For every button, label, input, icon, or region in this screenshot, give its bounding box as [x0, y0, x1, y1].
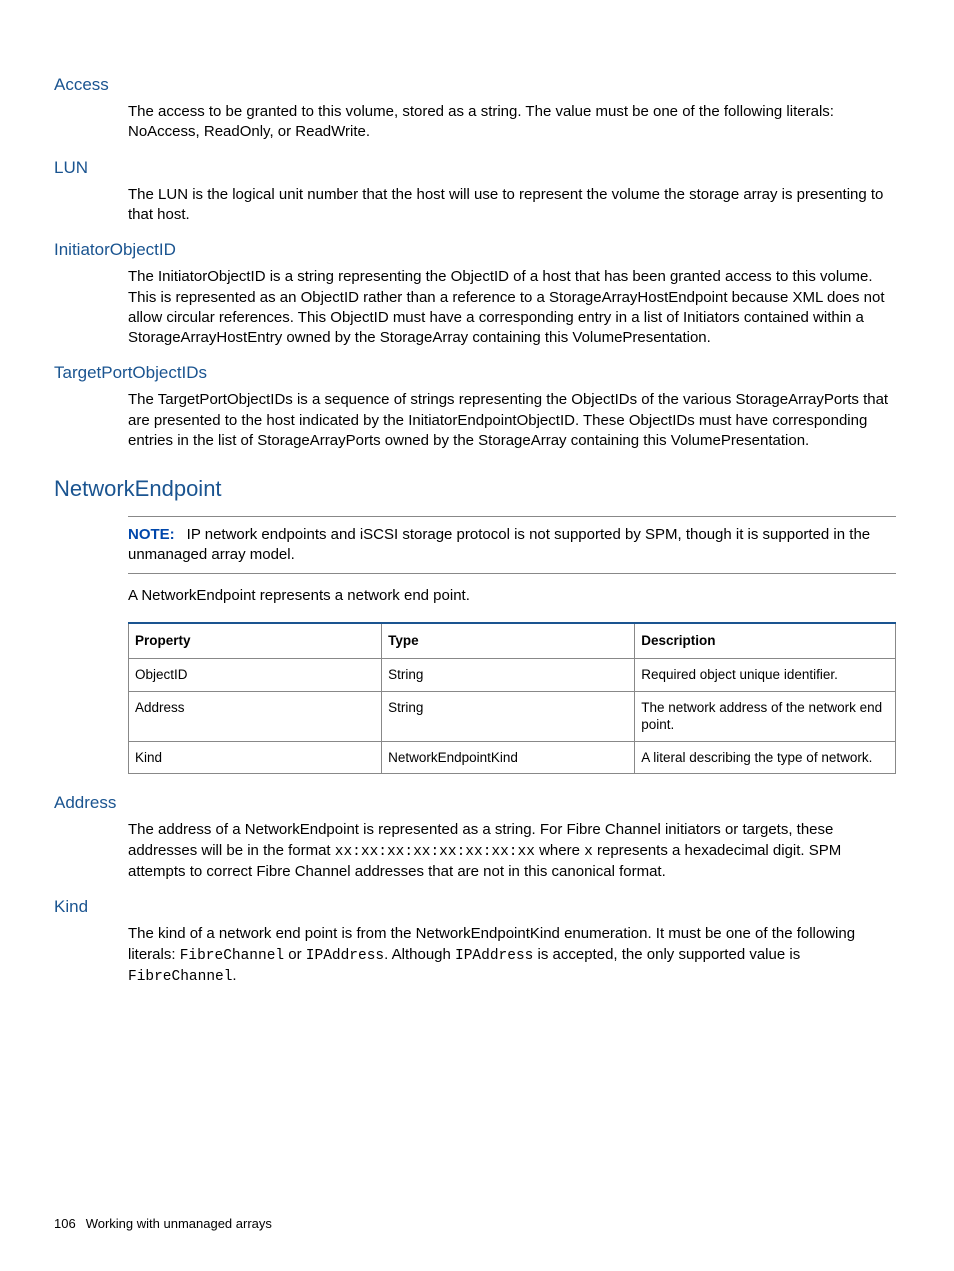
text: is accepted, the only supported value is: [533, 946, 800, 963]
code-fibrechannel: FibreChannel: [180, 948, 284, 964]
cell-description: Required object unique identifier.: [635, 659, 896, 692]
table-row: ObjectID String Required object unique i…: [129, 659, 896, 692]
heading-initiator: InitiatorObjectID: [54, 239, 896, 261]
body-access: The access to be granted to this volume,…: [128, 102, 896, 143]
col-property: Property: [129, 623, 382, 658]
code-x: x: [584, 844, 593, 860]
cell-description: A literal describing the type of network…: [635, 741, 896, 774]
heading-address: Address: [54, 792, 896, 814]
table-row: Kind NetworkEndpointKind A literal descr…: [129, 741, 896, 774]
page-number: 106: [54, 1216, 76, 1231]
body-kind: The kind of a network end point is from …: [128, 924, 896, 987]
text: .: [232, 967, 236, 984]
note-body: IP network endpoints and iSCSI storage p…: [128, 526, 870, 563]
chapter-title: Working with unmanaged arrays: [86, 1216, 272, 1231]
code-ipaddress2: IPAddress: [455, 948, 533, 964]
properties-table: Property Type Description ObjectID Strin…: [128, 622, 896, 774]
col-type: Type: [382, 623, 635, 658]
cell-type: String: [382, 691, 635, 741]
cell-type: String: [382, 659, 635, 692]
cell-type: NetworkEndpointKind: [382, 741, 635, 774]
heading-lun: LUN: [54, 157, 896, 179]
page-footer: 106 Working with unmanaged arrays: [54, 1216, 272, 1233]
heading-kind: Kind: [54, 896, 896, 918]
text: where: [535, 842, 584, 859]
text: or: [284, 946, 306, 963]
col-description: Description: [635, 623, 896, 658]
cell-property: Kind: [129, 741, 382, 774]
cell-description: The network address of the network end p…: [635, 691, 896, 741]
note-block: NOTE:IP network endpoints and iSCSI stor…: [128, 516, 896, 575]
code-fibrechannel2: FibreChannel: [128, 969, 232, 985]
heading-access: Access: [54, 74, 896, 96]
cell-property: Address: [129, 691, 382, 741]
text: . Although: [384, 946, 455, 963]
body-lun: The LUN is the logical unit number that …: [128, 185, 896, 226]
table-header-row: Property Type Description: [129, 623, 896, 658]
code-fcaddr: xx:xx:xx:xx:xx:xx:xx:xx: [335, 844, 535, 860]
heading-targetport: TargetPortObjectIDs: [54, 362, 896, 384]
note-label: NOTE:: [128, 526, 175, 543]
table-row: Address String The network address of th…: [129, 691, 896, 741]
body-targetport: The TargetPortObjectIDs is a sequence of…: [128, 390, 896, 451]
body-initiator: The InitiatorObjectID is a string repres…: [128, 267, 896, 348]
cell-property: ObjectID: [129, 659, 382, 692]
code-ipaddress: IPAddress: [306, 948, 384, 964]
body-address: The address of a NetworkEndpoint is repr…: [128, 820, 896, 882]
heading-networkendpoint: NetworkEndpoint: [54, 475, 896, 504]
body-networkendpoint-intro: A NetworkEndpoint represents a network e…: [128, 586, 896, 606]
